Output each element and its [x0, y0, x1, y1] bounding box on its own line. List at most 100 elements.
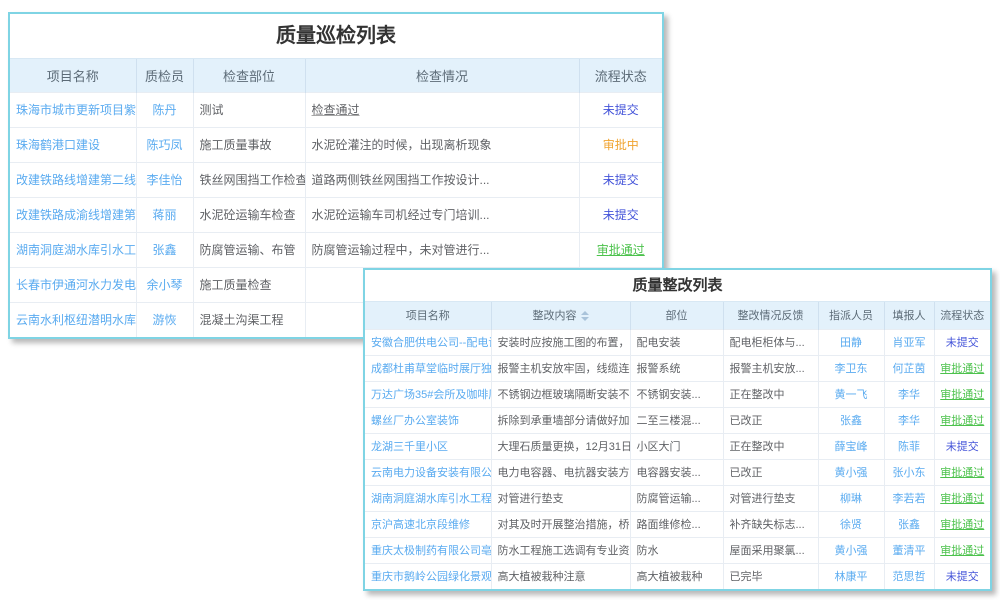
reporter-cell[interactable]: 张小东 — [884, 459, 934, 485]
col-rectify-content-header[interactable]: 整改内容 — [491, 302, 630, 329]
part-cell: 高大植被栽种 — [630, 563, 723, 589]
flow-status-cell: 未提交 — [934, 563, 990, 589]
col-project-name-header: 项目名称 — [10, 59, 136, 92]
inspector-cell[interactable]: 余小琴 — [136, 267, 193, 302]
inspector-cell[interactable]: 张鑫 — [136, 232, 193, 267]
column-header-label: 填报人 — [893, 310, 926, 322]
reporter-cell[interactable]: 何芷茵 — [884, 355, 934, 381]
flow-status-cell: 未提交 — [579, 197, 662, 232]
rectify-content-cell: 高大植被栽种注意 — [491, 563, 630, 589]
flow-status-cell[interactable]: 审批通过 — [934, 407, 990, 433]
table-row: 螺丝厂办公室装饰拆除到承重墙部分请做好加固...二至三楼混...已改正张鑫李华审… — [365, 407, 990, 433]
assignee-cell[interactable]: 黄一飞 — [818, 381, 884, 407]
flow-status-cell: 审批中 — [579, 127, 662, 162]
reporter-cell[interactable]: 李若若 — [884, 485, 934, 511]
inspection-situation-cell[interactable]: 检查通过 — [305, 92, 579, 127]
reporter-cell[interactable]: 陈菲 — [884, 433, 934, 459]
assignee-cell[interactable]: 柳琳 — [818, 485, 884, 511]
project-name-cell[interactable]: 京沪高速北京段维修 — [365, 511, 491, 537]
project-name-cell[interactable]: 重庆太极制药有限公司亳州中... — [365, 537, 491, 563]
flow-status-cell[interactable]: 审批通过 — [934, 485, 990, 511]
flow-status-cell[interactable]: 审批通过 — [579, 232, 662, 267]
project-name-cell[interactable]: 龙湖三千里小区 — [365, 433, 491, 459]
rectification-table-card: 质量整改列表 项目名称整改内容部位整改情况反馈指派人员填报人流程状态 安徽合肥供… — [363, 268, 992, 591]
feedback-cell: 补齐缺失标志... — [723, 511, 818, 537]
table-row: 改建铁路线增建第二线...李佳怡铁丝网围挡工作检查道路两侧铁丝网围挡工作按设计.… — [10, 162, 662, 197]
assignee-cell[interactable]: 薛宝峰 — [818, 433, 884, 459]
rectify-content-cell: 拆除到承重墙部分请做好加固... — [491, 407, 630, 433]
table-row: 珠海鹤港口建设陈巧凤施工质量事故水泥砼灌注的时候，出现离析现象审批中 — [10, 127, 662, 162]
column-header-label: 质检员 — [145, 69, 184, 84]
table-row: 重庆市鹅岭公园绿化景观提升...高大植被栽种注意高大植被栽种已完毕林康平范思哲未… — [365, 563, 990, 589]
table-row: 龙湖三千里小区大理石质量更换，12月31日之...小区大门正在整改中薛宝峰陈菲未… — [365, 433, 990, 459]
reporter-cell[interactable]: 肖亚军 — [884, 329, 934, 355]
inspection-table-title: 质量巡检列表 — [10, 14, 662, 59]
col-flow-status-header: 流程状态 — [579, 59, 662, 92]
rectification-table-title: 质量整改列表 — [365, 270, 990, 302]
assignee-cell[interactable]: 黄小强 — [818, 537, 884, 563]
inspector-cell[interactable]: 陈巧凤 — [136, 127, 193, 162]
col-inspection-part-header: 检查部位 — [193, 59, 305, 92]
project-name-cell[interactable]: 改建铁路线增建第二线... — [10, 162, 136, 197]
inspection-part-cell: 铁丝网围挡工作检查 — [193, 162, 305, 197]
inspector-cell[interactable]: 蒋丽 — [136, 197, 193, 232]
column-header-label: 流程状态 — [940, 310, 984, 322]
assignee-cell[interactable]: 林康平 — [818, 563, 884, 589]
feedback-cell: 屋面采用聚氯... — [723, 537, 818, 563]
flow-status-cell: 未提交 — [579, 162, 662, 197]
rectify-content-cell: 大理石质量更换，12月31日之... — [491, 433, 630, 459]
sort-caret-icon[interactable] — [581, 310, 589, 323]
table-row: 珠海市城市更新项目紫...陈丹测试检查通过未提交 — [10, 92, 662, 127]
assignee-cell[interactable]: 黄小强 — [818, 459, 884, 485]
inspection-part-cell: 测试 — [193, 92, 305, 127]
flow-status-cell[interactable]: 审批通过 — [934, 537, 990, 563]
col-part-header: 部位 — [630, 302, 723, 329]
table-row: 湖南洞庭湖水库引水工程施工标对管进行垫支防腐管运输...对管进行垫支柳琳李若若审… — [365, 485, 990, 511]
inspector-cell[interactable]: 游恢 — [136, 302, 193, 337]
project-name-cell[interactable]: 湖南洞庭湖水库引水工... — [10, 232, 136, 267]
reporter-cell[interactable]: 李华 — [884, 407, 934, 433]
reporter-cell[interactable]: 范思哲 — [884, 563, 934, 589]
flow-status-cell[interactable]: 审批通过 — [934, 355, 990, 381]
assignee-cell[interactable]: 张鑫 — [818, 407, 884, 433]
project-name-cell[interactable]: 万达广场35#会所及咖啡厅空... — [365, 381, 491, 407]
rectify-content-cell: 不锈钢边框玻璃隔断安装不牢... — [491, 381, 630, 407]
flow-status-cell[interactable]: 审批通过 — [934, 511, 990, 537]
inspector-cell[interactable]: 李佳怡 — [136, 162, 193, 197]
inspector-cell[interactable]: 陈丹 — [136, 92, 193, 127]
assignee-cell[interactable]: 田静 — [818, 329, 884, 355]
project-name-cell[interactable]: 湖南洞庭湖水库引水工程施工标 — [365, 485, 491, 511]
project-name-cell[interactable]: 长春市伊通河水力发电... — [10, 267, 136, 302]
col-assignee-header: 指派人员 — [818, 302, 884, 329]
inspection-situation-cell: 水泥砼运输车司机经过专门培训... — [305, 197, 579, 232]
flow-status-cell: 未提交 — [579, 92, 662, 127]
col-flow-status-header: 流程状态 — [934, 302, 990, 329]
project-name-cell[interactable]: 重庆市鹅岭公园绿化景观提升... — [365, 563, 491, 589]
project-name-cell[interactable]: 改建铁路成渝线增建第... — [10, 197, 136, 232]
column-header-label: 项目名称 — [47, 69, 99, 84]
flow-status-cell[interactable]: 审批通过 — [934, 459, 990, 485]
table-row: 安徽合肥供电公司--配电设备...安装时应按施工图的布置，将...配电安装配电柜… — [365, 329, 990, 355]
project-name-cell[interactable]: 安徽合肥供电公司--配电设备... — [365, 329, 491, 355]
col-reporter-header: 填报人 — [884, 302, 934, 329]
project-name-cell[interactable]: 螺丝厂办公室装饰 — [365, 407, 491, 433]
rectification-table: 项目名称整改内容部位整改情况反馈指派人员填报人流程状态 安徽合肥供电公司--配电… — [365, 302, 990, 589]
col-inspection-situation-header: 检查情况 — [305, 59, 579, 92]
inspection-situation-cell: 水泥砼灌注的时候，出现离析现象 — [305, 127, 579, 162]
reporter-cell[interactable]: 董清平 — [884, 537, 934, 563]
flow-status-cell[interactable]: 审批通过 — [934, 381, 990, 407]
reporter-cell[interactable]: 张鑫 — [884, 511, 934, 537]
project-name-cell[interactable]: 珠海鹤港口建设 — [10, 127, 136, 162]
project-name-cell[interactable]: 珠海市城市更新项目紫... — [10, 92, 136, 127]
project-name-cell[interactable]: 成都杜甫草堂临时展厅独立展... — [365, 355, 491, 381]
column-header-label: 检查部位 — [223, 69, 275, 84]
table-row: 成都杜甫草堂临时展厅独立展...报警主机安放牢固，线缆连接...报警系统报警主机… — [365, 355, 990, 381]
reporter-cell[interactable]: 李华 — [884, 381, 934, 407]
project-name-cell[interactable]: 云南水利枢纽潜明水库... — [10, 302, 136, 337]
part-cell: 路面维修检... — [630, 511, 723, 537]
project-name-cell[interactable]: 云南电力设备安装有限公司20... — [365, 459, 491, 485]
assignee-cell[interactable]: 李卫东 — [818, 355, 884, 381]
assignee-cell[interactable]: 徐贤 — [818, 511, 884, 537]
feedback-cell: 已改正 — [723, 407, 818, 433]
flow-status-cell: 未提交 — [934, 433, 990, 459]
